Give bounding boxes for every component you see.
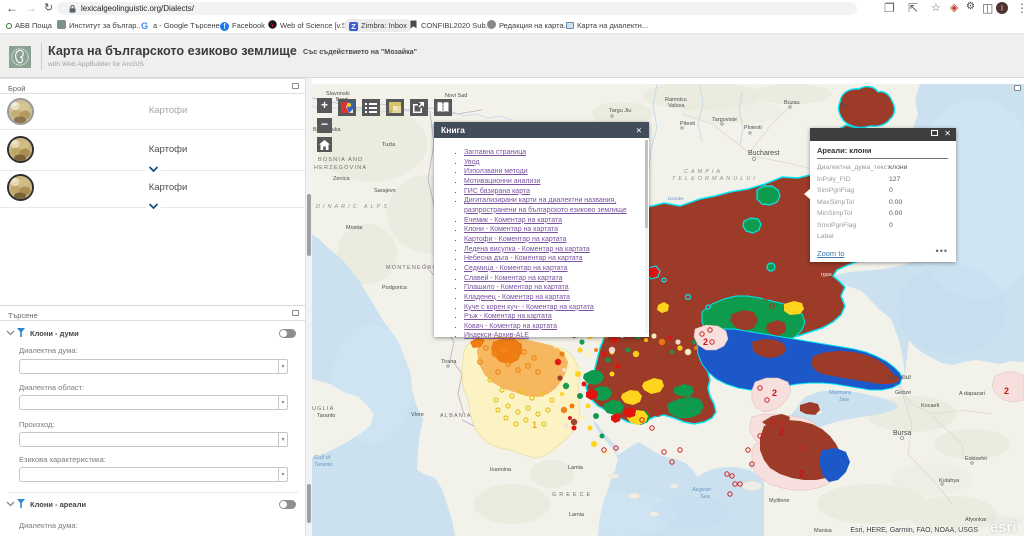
- svg-text:Sea: Sea: [839, 397, 849, 403]
- svg-text:DINARIC ALPS: DINARIC ALPS: [316, 204, 390, 210]
- svg-text:2: 2: [703, 337, 708, 347]
- svg-text:TELEORMANULUI: TELEORMANULUI: [672, 176, 758, 182]
- svg-text:GREECE: GREECE: [552, 492, 593, 498]
- svg-text:MONTENEGRO: MONTENEGRO: [386, 265, 438, 271]
- svg-text:HERZEGOVINA: HERZEGOVINA: [314, 165, 367, 171]
- svg-text:Mytilene: Mytilene: [769, 498, 789, 504]
- svg-text:2: 2: [799, 469, 804, 479]
- svg-text:Bursa: Bursa: [893, 430, 911, 437]
- svg-text:rgas: rgas: [821, 272, 832, 278]
- svg-text:Danube: Danube: [668, 196, 684, 201]
- svg-text:BOSNIA AND: BOSNIA AND: [318, 157, 363, 163]
- svg-text:Gulf of: Gulf of: [314, 455, 331, 461]
- svg-text:UGLIA: UGLIA: [312, 406, 335, 412]
- svg-text:Ioannina: Ioannina: [490, 467, 512, 473]
- svg-text:Mostar: Mostar: [346, 225, 363, 231]
- svg-text:Zenica: Zenica: [333, 176, 350, 182]
- svg-text:2: 2: [779, 427, 784, 437]
- svg-text:Tuzla: Tuzla: [382, 142, 396, 148]
- svg-text:Buzau: Buzau: [784, 100, 800, 106]
- svg-text:Lamia: Lamia: [569, 512, 585, 518]
- svg-text:Taranto: Taranto: [314, 462, 332, 468]
- svg-text:Podgorica: Podgorica: [382, 285, 408, 291]
- svg-text:CAMPIA: CAMPIA: [684, 169, 723, 175]
- svg-text:Manisa: Manisa: [814, 528, 833, 534]
- svg-text:Sea: Sea: [700, 494, 710, 500]
- svg-text:Aegean: Aegean: [691, 487, 711, 493]
- svg-text:Ploiesti: Ploiesti: [744, 125, 762, 131]
- svg-text:Bucharest: Bucharest: [748, 150, 780, 157]
- svg-text:2: 2: [1004, 386, 1009, 396]
- svg-text:Istanbul: Istanbul: [888, 374, 911, 381]
- svg-text:Taranto: Taranto: [317, 413, 335, 419]
- svg-text:Targoviste: Targoviste: [712, 117, 737, 123]
- svg-text:Gebze: Gebze: [895, 390, 911, 396]
- svg-text:Vlore: Vlore: [411, 412, 424, 418]
- svg-text:Valcea: Valcea: [668, 103, 685, 109]
- svg-text:Tirana: Tirana: [441, 359, 457, 365]
- svg-text:2: 2: [772, 388, 777, 398]
- svg-text:Pitesti: Pitesti: [680, 121, 695, 127]
- svg-text:Marmara: Marmara: [829, 390, 851, 396]
- svg-text:Afyonkar: Afyonkar: [965, 517, 987, 523]
- svg-text:A dapazari: A dapazari: [959, 391, 985, 397]
- svg-text:Sarajevo: Sarajevo: [374, 188, 396, 194]
- svg-text:Lamia: Lamia: [568, 465, 584, 471]
- svg-text:Targu Jiu: Targu Jiu: [609, 108, 631, 114]
- svg-text:Br: Br: [840, 103, 846, 109]
- svg-text:Kocaeli: Kocaeli: [921, 403, 939, 409]
- svg-text:1: 1: [532, 420, 537, 430]
- svg-text:Eskisehir: Eskisehir: [965, 456, 987, 462]
- svg-text:ALBANIA: ALBANIA: [440, 413, 472, 419]
